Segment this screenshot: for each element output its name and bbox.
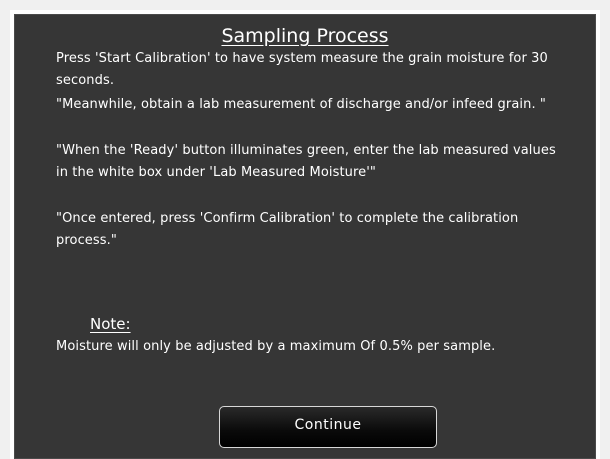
dialog-title-text: Sampling Process — [221, 25, 389, 47]
dialog-title: Sampling Process — [14, 24, 596, 48]
continue-button[interactable]: Continue — [219, 406, 437, 448]
instruction-lab-measurement: "Meanwhile, obtain a lab measurement of … — [56, 97, 546, 112]
sampling-process-dialog: Sampling Process Press 'Start Calibratio… — [14, 14, 596, 459]
instruction-confirm-calibration: "Once entered, press 'Confirm Calibratio… — [56, 211, 519, 248]
instruction-start-calibration: Press 'Start Calibration' to have system… — [56, 51, 548, 88]
instruction-ready-button: "When the 'Ready' button illuminates gre… — [56, 143, 556, 180]
note-text: Moisture will only be adjusted by a maxi… — [56, 339, 496, 354]
note-label: Note: — [90, 315, 131, 333]
